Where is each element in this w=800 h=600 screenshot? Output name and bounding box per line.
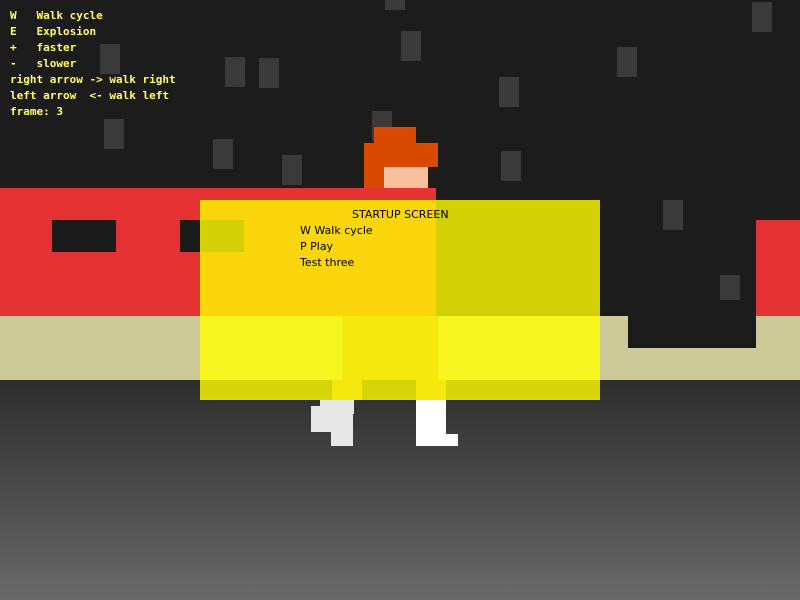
character-shoe (416, 434, 458, 446)
character-shoe (416, 400, 446, 434)
hud-line: W Walk cycle (10, 9, 103, 22)
hud-line: + faster (10, 41, 77, 54)
character-hair (364, 143, 438, 167)
hud-line: left arrow <- walk left (10, 89, 169, 102)
frame-value: 3 (56, 105, 63, 118)
hud-line: - slower (10, 57, 77, 70)
character-shoe (311, 406, 353, 432)
menu-item-play[interactable]: P Play (300, 240, 333, 253)
frame-counter: frame: 3 (10, 104, 176, 120)
startup-screen-panel[interactable]: STARTUP SCREEN W Walk cycle P Play Test … (200, 200, 600, 400)
hud-controls: W Walk cycle E Explosion + faster - slow… (10, 8, 176, 120)
character-hair (374, 127, 416, 143)
hud-line: right arrow -> walk right (10, 73, 176, 86)
menu-item-walk-cycle[interactable]: W Walk cycle (300, 224, 373, 237)
game-canvas[interactable]: W Walk cycle E Explosion + faster - slow… (0, 0, 800, 600)
hud-line: E Explosion (10, 25, 97, 38)
character-shoe (331, 432, 353, 446)
startup-title: STARTUP SCREEN (352, 208, 449, 221)
menu-item-test-three[interactable]: Test three (300, 256, 354, 269)
frame-label: frame: (10, 105, 50, 118)
